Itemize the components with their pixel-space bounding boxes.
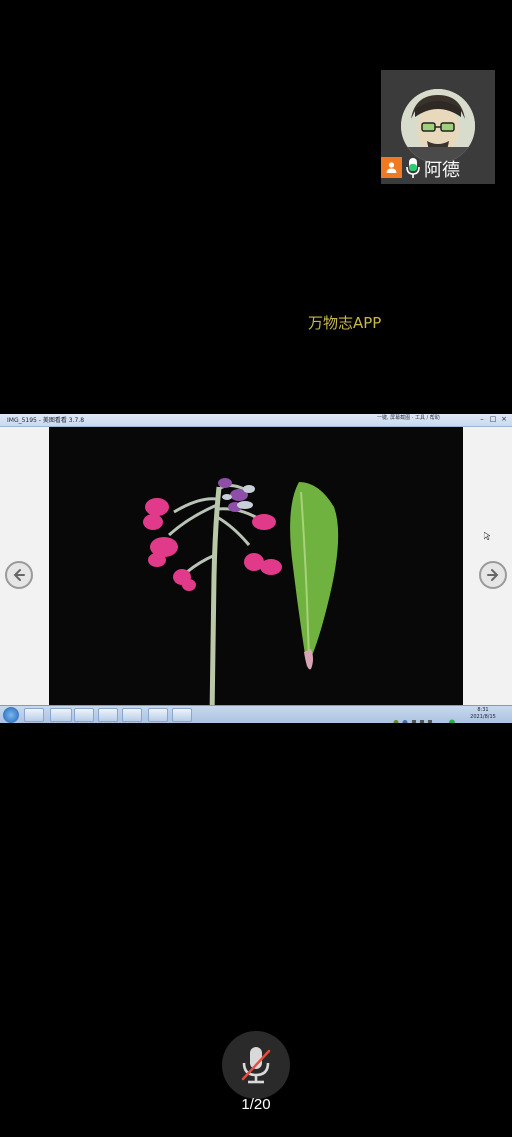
- close-icon: ×: [501, 415, 507, 423]
- titlebar-tools: 一键, 屏幕截图 · 工具 / 帮助: [377, 415, 440, 421]
- app-watermark: 万物志APP: [308, 314, 382, 332]
- window-titlebar: IMG_5195 - 美图看看 3.7.8 一键, 屏幕截图 · 工具 / 帮助…: [0, 414, 512, 427]
- mute-microphone-button[interactable]: [222, 1031, 290, 1099]
- taskbar-app-2[interactable]: [50, 708, 72, 722]
- mic-muted-icon: [241, 1047, 271, 1084]
- taskbar-app-6[interactable]: [148, 708, 168, 722]
- next-image-button[interactable]: [479, 561, 507, 589]
- windows-taskbar: 8:31 2021/8/15: [0, 705, 512, 723]
- taskbar-app-3[interactable]: [74, 708, 94, 722]
- viewer-right-pane: [463, 427, 512, 705]
- plant-photo: [49, 427, 463, 718]
- previous-image-button[interactable]: [5, 561, 33, 589]
- arrow-left-icon: [13, 569, 25, 581]
- host-badge-icon: [381, 157, 402, 178]
- arrow-right-icon: [487, 569, 499, 581]
- shared-screen: IMG_5195 - 美图看看 3.7.8 一键, 屏幕截图 · 工具 / 帮助…: [0, 414, 512, 723]
- presenter-name: 阿德: [424, 160, 460, 181]
- taskbar-app-1[interactable]: [24, 708, 44, 722]
- start-button[interactable]: [3, 707, 19, 723]
- system-tray-icons: [392, 711, 462, 723]
- presenter-avatar: [401, 89, 475, 163]
- clock-time: 8:31: [477, 707, 489, 713]
- maximize-icon: □: [489, 415, 497, 423]
- taskbar-app-4[interactable]: [98, 708, 118, 722]
- taskbar-app-5[interactable]: [122, 708, 142, 722]
- presenter-tile[interactable]: 阿德: [381, 70, 495, 184]
- mic-active-icon: [406, 158, 420, 178]
- slide-counter: 1/20: [241, 1096, 271, 1113]
- taskbar-clock: 8:31 2021/8/15: [468, 707, 498, 721]
- window-title: IMG_5195 - 美图看看 3.7.8: [7, 417, 85, 424]
- minimize-icon: –: [480, 415, 484, 423]
- cursor-icon: [484, 532, 490, 540]
- clock-date: 2021/8/15: [470, 714, 496, 720]
- taskbar-app-7[interactable]: [172, 708, 192, 722]
- viewer-left-pane: [0, 427, 49, 705]
